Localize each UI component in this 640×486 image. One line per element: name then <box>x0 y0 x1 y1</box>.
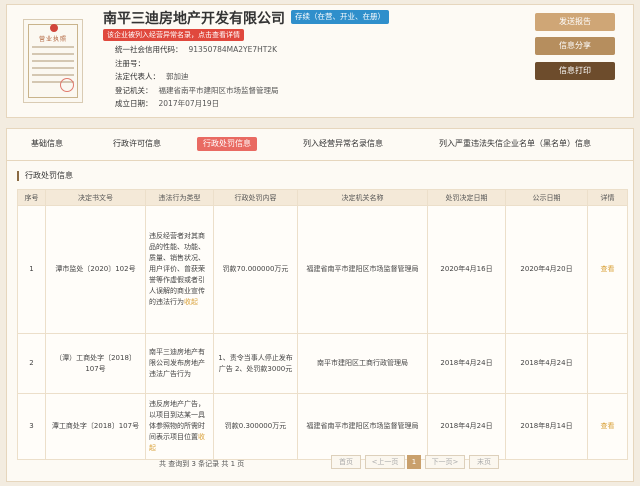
header-decision-date: 处罚决定日期 <box>427 189 506 206</box>
company-name: 南平三迪房地产开发有限公司 <box>103 11 285 27</box>
next-page-button[interactable]: 下一页> <box>425 455 465 469</box>
license-stamp-icon <box>60 78 74 92</box>
header-no: 序号 <box>17 189 46 206</box>
header-agency: 决定机关名称 <box>297 189 428 206</box>
header-type: 违法行为类型 <box>145 189 214 206</box>
registration-number-row: 注册号： <box>115 59 145 68</box>
national-emblem-icon <box>50 24 58 32</box>
status-badge: 存续（在营、开业、在册） <box>291 10 389 24</box>
pagination: 共 查询到 3 条记录 共 1 页 首页 <上一页 1 下一页> 末页 <box>7 455 633 475</box>
first-page-button[interactable]: 首页 <box>331 455 361 469</box>
established-date-row: 成立日期： 2017年07月19日 <box>115 99 220 108</box>
penalty-info-card: 基础信息 行政许可信息 行政处罚信息 列入经营异常名录信息 列入严重违法失信企业… <box>6 128 634 482</box>
legal-representative-row: 法定代表人： 郭加迪 <box>115 72 189 81</box>
header-publish-date: 公示日期 <box>505 189 588 206</box>
license-title: 营业执照 <box>38 36 67 43</box>
prev-page-button[interactable]: <上一页 <box>365 455 405 469</box>
registration-authority-row: 登记机关： 福建省南平市建阳区市场监督管理局 <box>115 86 279 95</box>
view-detail-link[interactable]: 查看 <box>601 265 615 273</box>
abnormal-notice-link[interactable]: 该企业被列入经营异常名录，点击查看详情 <box>103 29 244 41</box>
info-tabs: 基础信息 行政许可信息 行政处罚信息 列入经营异常名录信息 列入严重违法失信企业… <box>7 129 633 161</box>
view-detail-link[interactable]: 查看 <box>601 422 615 430</box>
tab-admin-license[interactable]: 行政许可信息 <box>107 137 167 151</box>
page-1-button[interactable]: 1 <box>407 455 421 469</box>
table-row: 3 潭工商处字〔2018〕107号 违反房地产广告，以项目到达某一具体参照物的所… <box>17 393 628 460</box>
tab-abnormal-list[interactable]: 列入经营异常名录信息 <box>297 137 389 151</box>
header-doc: 决定书文号 <box>45 189 146 206</box>
table-header-row: 序号 决定书文号 违法行为类型 行政处罚内容 决定机关名称 处罚决定日期 公示日… <box>17 189 628 206</box>
penalty-table: 序号 决定书文号 违法行为类型 行政处罚内容 决定机关名称 处罚决定日期 公示日… <box>17 189 628 460</box>
table-row: 2 （潭）工商处字〔2018〕107号 南平三迪房地产有限公司发布房地产违法广告… <box>17 333 628 394</box>
tab-admin-penalty[interactable]: 行政处罚信息 <box>197 137 257 151</box>
print-info-button[interactable]: 信息打印 <box>535 62 615 80</box>
tab-basic-info[interactable]: 基础信息 <box>25 137 69 151</box>
business-license-image[interactable]: 营业执照 <box>23 19 83 103</box>
tab-blacklist[interactable]: 列入严重违法失信企业名单（黑名单）信息 <box>433 137 597 151</box>
credit-code-row: 统一社会信用代码： 91350784MA2YE7HT2K <box>115 45 278 54</box>
collapse-link[interactable]: 收起 <box>184 298 198 306</box>
header-detail: 详情 <box>587 189 628 206</box>
share-info-button[interactable]: 信息分享 <box>535 37 615 55</box>
last-page-button[interactable]: 末页 <box>469 455 499 469</box>
section-title: 行政处罚信息 <box>17 171 73 181</box>
send-report-button[interactable]: 发送报告 <box>535 13 615 31</box>
header-content: 行政处罚内容 <box>213 189 298 206</box>
pagination-summary: 共 查询到 3 条记录 共 1 页 <box>159 460 245 468</box>
table-row: 1 潭市监处〔2020〕102号 违反经营者对其商品的性能、功能、质量、销售状况… <box>17 205 628 334</box>
company-header-card: 营业执照 南平三迪房地产开发有限公司 存续（在营、开业、在册） 该企业被列入经营… <box>6 4 634 118</box>
